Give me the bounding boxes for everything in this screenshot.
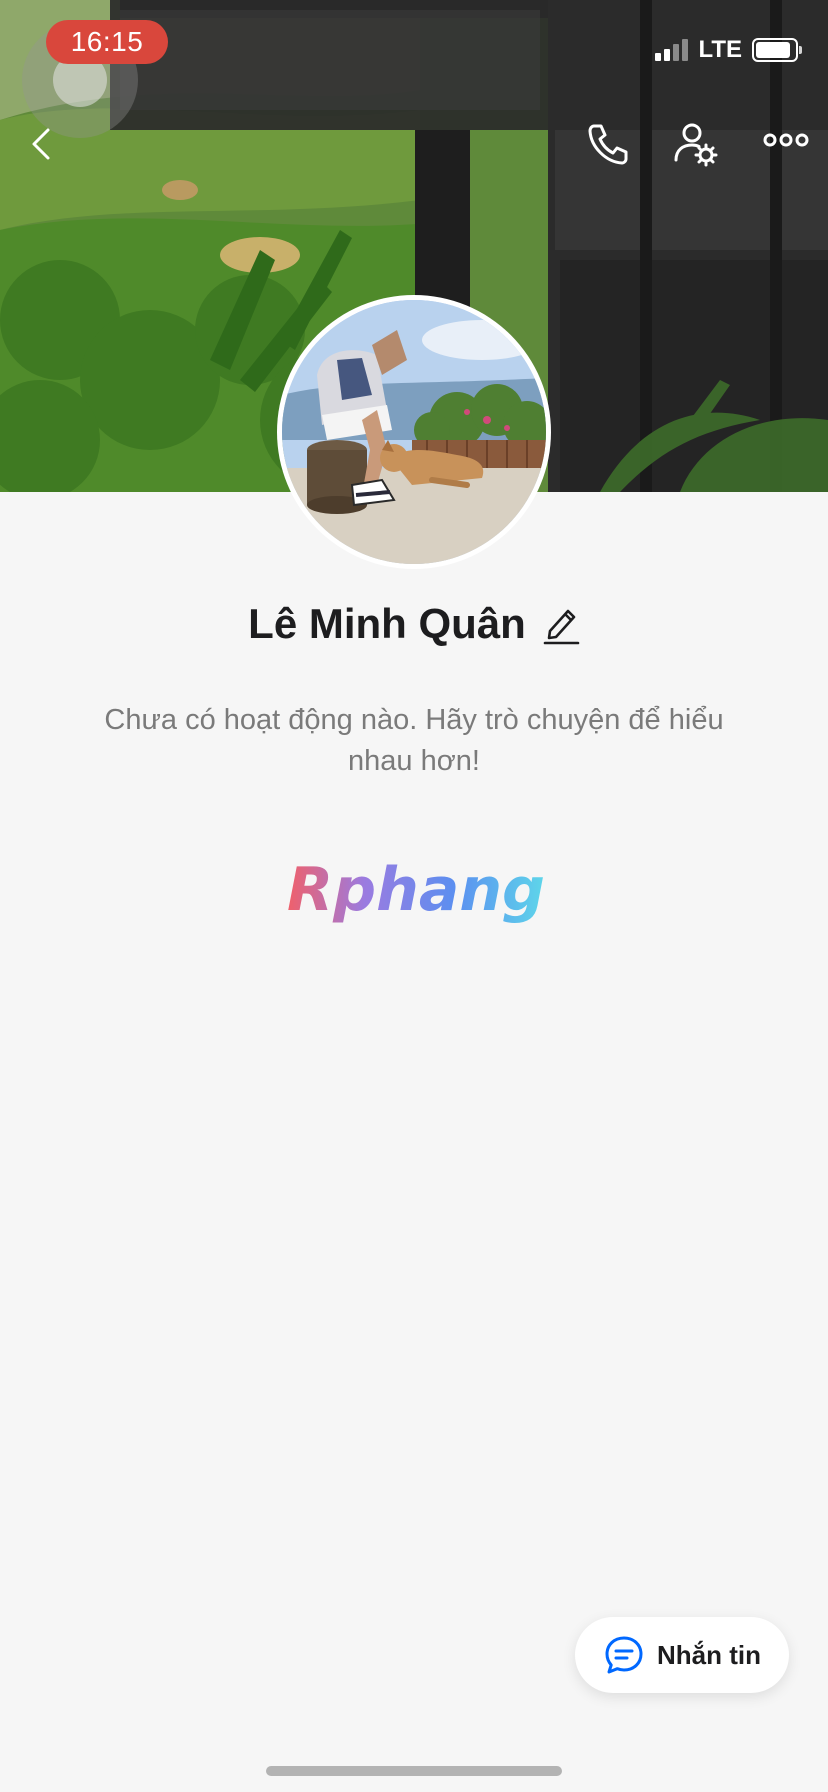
activity-empty-text: Chưa có hoạt động nào. Hãy trò chuyện để… <box>104 704 724 777</box>
status-time: 16:15 <box>46 20 168 64</box>
battery-icon <box>752 38 802 62</box>
profile-name-row: Lê Minh Quân <box>0 596 828 652</box>
profile-name: Lê Minh Quân <box>248 600 526 647</box>
signal-icon <box>655 39 689 61</box>
more-button[interactable] <box>758 116 814 172</box>
watermark-text: Rphang <box>287 855 545 925</box>
profile-settings-button[interactable] <box>668 116 724 172</box>
send-message-label: Nhắn tin <box>657 1639 761 1670</box>
pencil-icon[interactable] <box>542 603 580 645</box>
home-indicator[interactable] <box>266 1766 562 1776</box>
user-settings-icon <box>674 123 718 167</box>
send-message-button[interactable]: Nhắn tin <box>575 1617 789 1693</box>
call-button[interactable] <box>580 116 636 172</box>
watermark-logo: Rphang <box>287 855 545 925</box>
status-indicators: LTE <box>655 34 802 66</box>
more-horizontal-icon <box>763 133 809 147</box>
chevron-left-icon <box>32 128 50 160</box>
avatar-photo <box>282 300 546 564</box>
phone-icon <box>588 124 628 165</box>
avatar[interactable] <box>277 295 551 569</box>
network-label: LTE <box>698 36 742 63</box>
avatar-image <box>282 300 546 564</box>
chat-bubble-icon <box>605 1636 643 1674</box>
back-button[interactable] <box>14 116 70 172</box>
